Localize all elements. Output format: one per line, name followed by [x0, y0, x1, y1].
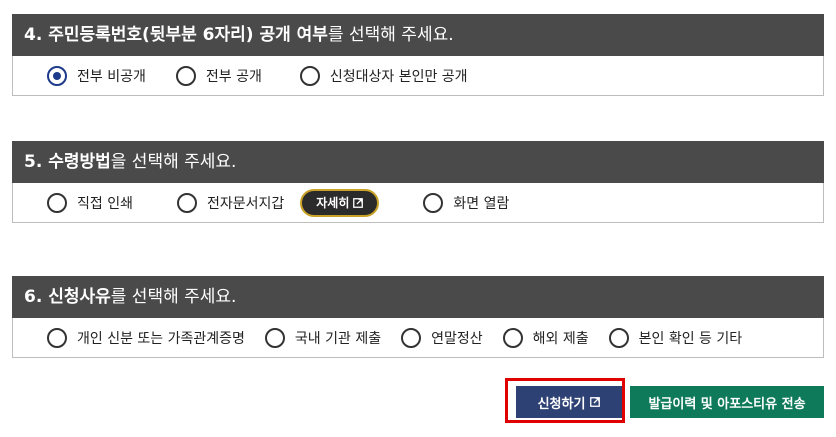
radio-all-private[interactable]: [47, 65, 67, 86]
section-application-reason: 6. 신청사유를 선택해 주세요. 개인 신분 또는 가족관계증명 국내 기관 …: [12, 276, 824, 358]
history-apostille-button[interactable]: 발급이력 및 아포스티유 전송: [630, 386, 824, 418]
section-5-options: 직접 인쇄 전자문서지갑 자세히 화면 열람: [12, 183, 824, 223]
history-button-label: 발급이력 및 아포스티유 전송: [648, 396, 806, 412]
option-direct-print[interactable]: 직접 인쇄: [47, 192, 133, 213]
detail-button[interactable]: 자세히: [300, 188, 380, 217]
section-4-heading-rest: 를 선택해 주세요.: [327, 25, 454, 45]
option-all-public[interactable]: 전부 공개: [175, 65, 262, 86]
section-resident-number-disclosure: 4. 주민등록번호(뒷부분 6자리) 공개 여부를 선택해 주세요. 전부 비공…: [12, 14, 824, 96]
radio-all-public[interactable]: [175, 65, 196, 86]
option-identity-family[interactable]: 개인 신분 또는 가족관계증명: [47, 327, 245, 348]
option-label: 연말정산: [431, 330, 483, 347]
option-label: 본인 확인 등 기타: [638, 330, 743, 347]
option-label: 국내 기관 제출: [294, 330, 382, 347]
detail-button-label: 자세히: [316, 196, 350, 210]
option-other[interactable]: 본인 확인 등 기타: [608, 327, 743, 348]
section-4-heading: 4. 주민등록번호(뒷부분 6자리) 공개 여부를 선택해 주세요.: [12, 14, 824, 56]
radio-direct-print[interactable]: [47, 192, 67, 213]
radio-identity-family[interactable]: [47, 327, 67, 348]
apply-button-label: 신청하기: [537, 396, 586, 412]
option-label: 신청대상자 본인만 공개: [329, 68, 468, 85]
option-all-private[interactable]: 전부 비공개: [47, 65, 146, 86]
external-link-icon: [590, 397, 601, 407]
section-6-options: 개인 신분 또는 가족관계증명 국내 기관 제출 연말정산 해외 제출 본인 확…: [12, 318, 824, 358]
radio-year-end-tax[interactable]: [401, 327, 422, 348]
external-link-icon: [353, 197, 364, 208]
option-applicant-only[interactable]: 신청대상자 본인만 공개: [299, 65, 468, 86]
option-label: 화면 열람: [453, 195, 510, 212]
option-label: 개인 신분 또는 가족관계증명: [77, 330, 245, 347]
option-label: 해외 제출: [532, 330, 589, 347]
section-5-heading: 5. 수령방법을 선택해 주세요.: [12, 141, 824, 183]
option-screen-view[interactable]: 화면 열람: [423, 192, 510, 213]
option-overseas-submit[interactable]: 해외 제출: [502, 327, 589, 348]
section-6-heading: 6. 신청사유를 선택해 주세요.: [12, 276, 824, 318]
radio-screen-view[interactable]: [423, 192, 444, 213]
radio-overseas-submit[interactable]: [502, 327, 523, 348]
section-6-heading-bold: 6. 신청사유: [24, 287, 111, 307]
option-label: 전자문서지갑: [206, 195, 285, 212]
radio-domestic-submit[interactable]: [264, 327, 285, 348]
section-6-heading-rest: 를 선택해 주세요.: [110, 287, 237, 307]
option-label: 전부 비공개: [77, 68, 146, 85]
section-5-heading-bold: 5. 수령방법: [24, 152, 111, 172]
radio-e-wallet[interactable]: [176, 192, 197, 213]
apply-button[interactable]: 신청하기: [516, 386, 622, 418]
option-domestic-submit[interactable]: 국내 기관 제출: [264, 327, 382, 348]
option-year-end-tax[interactable]: 연말정산: [401, 327, 483, 348]
section-4-options: 전부 비공개 전부 공개 신청대상자 본인만 공개: [12, 56, 824, 96]
option-label: 전부 공개: [205, 68, 262, 85]
section-5-heading-rest: 을 선택해 주세요.: [110, 152, 237, 172]
radio-applicant-only[interactable]: [299, 65, 320, 86]
section-4-heading-bold: 4. 주민등록번호(뒷부분 6자리) 공개 여부: [24, 25, 328, 45]
option-label: 직접 인쇄: [77, 195, 133, 212]
section-receipt-method: 5. 수령방법을 선택해 주세요. 직접 인쇄 전자문서지갑 자세히 화면 열람: [12, 141, 824, 223]
radio-other[interactable]: [608, 327, 629, 348]
option-e-wallet[interactable]: 전자문서지갑: [176, 192, 285, 213]
